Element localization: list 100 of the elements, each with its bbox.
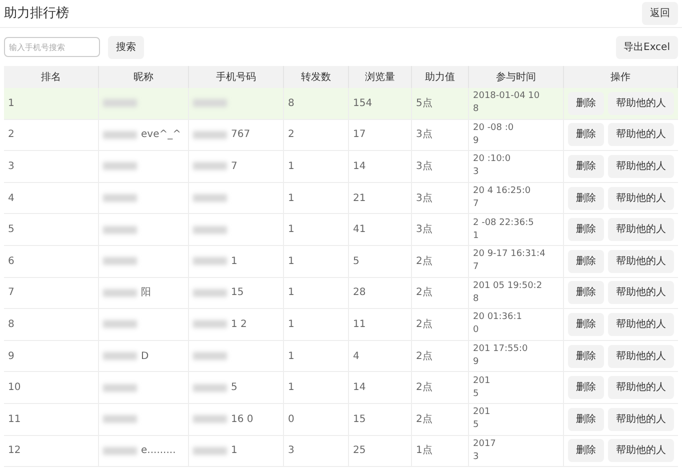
table-cell-text: 20 01:36:1: [473, 311, 524, 324]
table-cell-text: 0: [473, 324, 480, 338]
table-cell-text: 1 2: [231, 318, 247, 332]
delete-button[interactable]: 删除: [568, 92, 604, 115]
helpers-button[interactable]: 帮助他的人: [608, 312, 674, 336]
blurred-text: [193, 446, 227, 455]
delete-button[interactable]: 删除: [568, 312, 604, 336]
table-cell-text: 11: [353, 318, 366, 332]
blurred-text: [193, 415, 227, 424]
delete-button[interactable]: 删除: [568, 218, 604, 242]
table-cell-text: 201: [473, 374, 492, 388]
blurred-text: [103, 352, 137, 360]
helpers-button[interactable]: 帮助他的人: [608, 376, 674, 400]
table-cell-text: 20 -08 :0: [473, 122, 515, 135]
delete-button[interactable]: 删除: [568, 250, 604, 273]
table-cell-text: 28: [353, 286, 366, 300]
search-field[interactable]: 输入手机号搜索: [4, 37, 100, 57]
table-cell-text: 1: [473, 230, 480, 243]
column-header: 操作: [610, 70, 630, 84]
table-cell-text: 11: [8, 412, 21, 427]
table-cell-text: 15: [231, 286, 244, 300]
table-cell-text: 3点: [416, 160, 432, 174]
delete-button[interactable]: 删除: [568, 123, 604, 146]
helpers-button[interactable]: 帮助他的人: [608, 154, 674, 178]
table-cell-text: 1: [288, 160, 294, 174]
table-row[interactable]: 3 7 1 14 3点 20 :10:0 3 删除 帮助他的人: [4, 151, 678, 183]
blurred-text: [193, 99, 227, 108]
delete-button[interactable]: 删除: [568, 281, 604, 304]
table-cell-text: 767: [231, 128, 250, 142]
table-cell-text: 1: [288, 350, 294, 364]
table-cell-text: 5: [473, 419, 480, 432]
table-row[interactable]: 7 阳 15 1 28 2点 201 05 19:50:2 8 删除 帮助他的人: [4, 278, 678, 310]
table-cell-text: 5点: [416, 96, 432, 111]
table-cell-text: 7: [8, 286, 14, 300]
delete-button[interactable]: 删除: [568, 186, 604, 210]
delete-button[interactable]: 删除: [568, 344, 604, 368]
table-cell-text: e.........: [141, 444, 176, 458]
helpers-button[interactable]: 帮助他的人: [608, 281, 674, 304]
table-cell-text: 15: [353, 412, 366, 427]
table-row[interactable]: 8 1 2 1 11 2点 20 01:36:1 0 删除 帮助他的人: [4, 309, 678, 341]
table-cell-text: 8: [288, 96, 294, 111]
table-cell-text: 2 -08 22:36:5: [473, 216, 535, 230]
table-cell-text: 5: [473, 388, 480, 401]
table-cell-text: 8: [8, 318, 14, 332]
delete-button[interactable]: 删除: [568, 376, 604, 400]
blurred-text: [103, 226, 137, 234]
table-row[interactable]: 4 1 21 3点 20 4 16:25:0 7 删除 帮助他的人: [4, 182, 678, 214]
table-cell-text: 2: [288, 128, 294, 142]
page-title: 助力排行榜: [4, 4, 69, 23]
table-cell-text: 2点: [416, 412, 432, 427]
table-cell-text: 4: [8, 192, 14, 206]
table-cell-text: 1: [288, 318, 294, 332]
table-cell-text: 14: [353, 160, 366, 174]
helpers-button[interactable]: 帮助他的人: [608, 92, 674, 115]
table-row[interactable]: 12 e......... 1 3 25 1点 2017 3 删除 帮助他的人: [4, 436, 678, 468]
table-row[interactable]: 10 5 1 14 2点 201 5 删除 帮助他的人: [4, 372, 678, 404]
table-cell-text: 1: [288, 286, 294, 300]
table-cell-text: D: [141, 350, 149, 364]
table-cell-text: 3点: [416, 192, 432, 206]
table-cell-text: 2点: [416, 286, 432, 300]
table-cell-text: 3点: [416, 222, 432, 238]
column-header: 手机号码: [216, 70, 256, 84]
delete-button[interactable]: 删除: [568, 154, 604, 178]
table-cell-text: 3: [473, 450, 480, 464]
table-cell-text: 2点: [416, 254, 432, 269]
helpers-button[interactable]: 帮助他的人: [608, 218, 674, 242]
blurred-text: [103, 415, 137, 424]
table-cell-text: 2点: [416, 380, 432, 396]
table-cell-text: 1点: [416, 444, 432, 458]
table-cell-text: 1: [288, 192, 294, 206]
helpers-button[interactable]: 帮助他的人: [608, 123, 674, 146]
search-button[interactable]: 搜索: [108, 36, 144, 58]
table-cell-text: 25: [353, 444, 366, 458]
helpers-button[interactable]: 帮助他的人: [608, 408, 674, 431]
export-button[interactable]: 导出Excel: [616, 36, 678, 58]
helpers-button[interactable]: 帮助他的人: [608, 439, 674, 462]
table-cell-text: 10: [8, 381, 21, 396]
delete-button[interactable]: 删除: [568, 439, 604, 462]
table-row[interactable]: 6 1 1 5 2点 20 9-17 16:31:4 7 删除 帮助他的人: [4, 246, 678, 278]
table-row[interactable]: 11 16 0 0 15 2点 201 5 删除 帮助他的人: [4, 404, 678, 436]
column-header: 转发数: [301, 70, 331, 84]
table-cell-text: 5: [8, 223, 14, 238]
table-cell-text: 阳: [141, 286, 151, 300]
blurred-text: [193, 384, 227, 392]
table-cell-text: 3点: [416, 128, 432, 142]
blurred-text: [193, 352, 227, 360]
table-cell-text: 201 17:55:0: [473, 343, 529, 356]
table-row[interactable]: 1 8 154 5点 2018-01-04 10 8 删除 帮助他的人: [4, 88, 678, 120]
table-row[interactable]: 5 1 41 3点 2 -08 22:36:5 1 删除 帮助他的人: [4, 214, 678, 246]
blurred-text: [103, 194, 137, 202]
helpers-button[interactable]: 帮助他的人: [608, 344, 674, 368]
table-row[interactable]: 2 eve^_^ 767 2 17 3点 20 -08 :0 9 删除 帮助他的人: [4, 120, 678, 152]
table-cell-text: 7: [231, 160, 238, 174]
table-cell-text: 8: [473, 103, 480, 116]
helpers-button[interactable]: 帮助他的人: [608, 250, 674, 273]
delete-button[interactable]: 删除: [568, 408, 604, 431]
helpers-button[interactable]: 帮助他的人: [608, 186, 674, 210]
table-row[interactable]: 9 D 1 4 2点 201 17:55:0 9 删除 帮助他的人: [4, 340, 678, 372]
table-cell-text: 2017: [473, 438, 497, 451]
back-button[interactable]: 返回: [642, 2, 678, 25]
